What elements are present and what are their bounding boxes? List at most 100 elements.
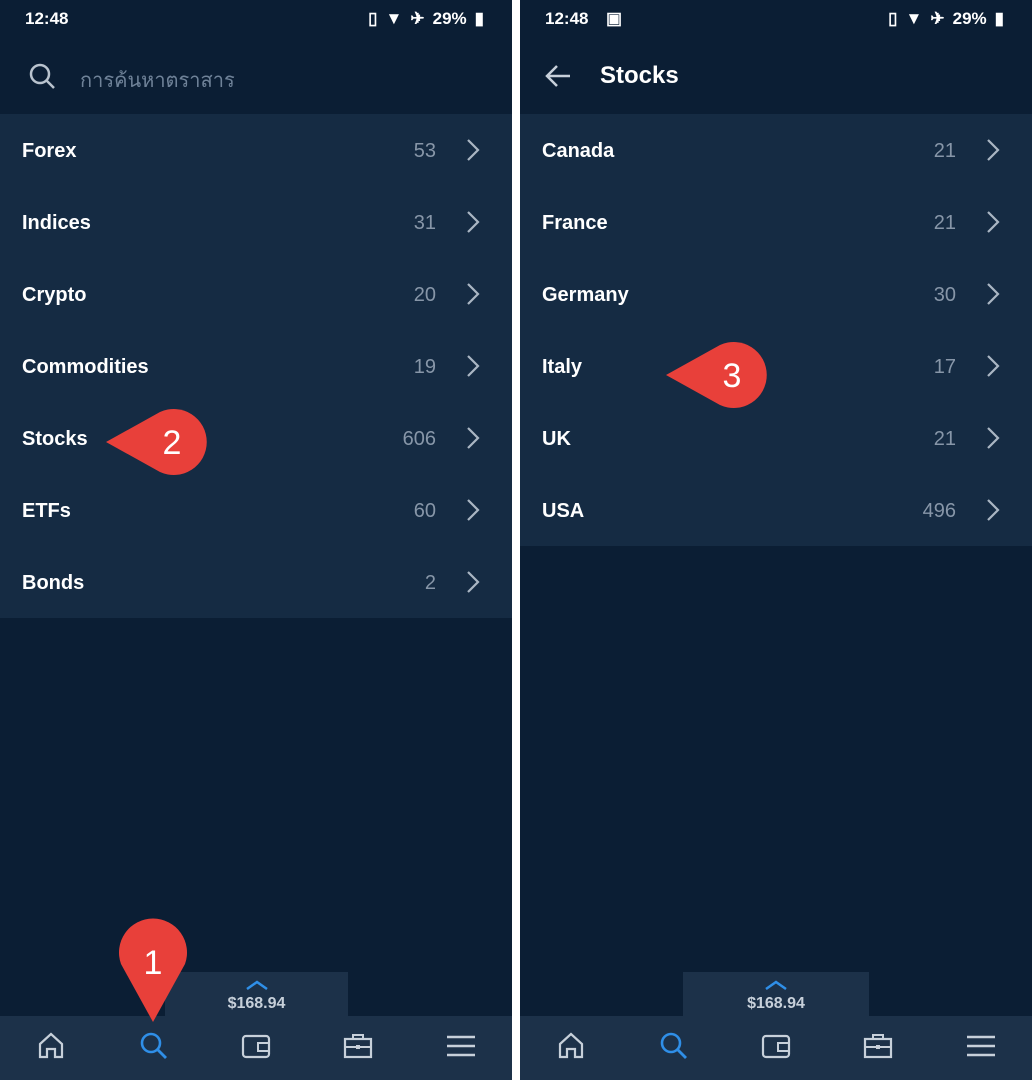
briefcase-icon — [864, 1033, 893, 1058]
vibrate-icon: ▯ — [368, 9, 378, 28]
nav-search-button[interactable] — [658, 1030, 690, 1067]
list-item-canada[interactable]: Canada 21 — [520, 114, 1032, 186]
chevron-right-icon — [987, 499, 1000, 521]
chevron-right-icon — [987, 427, 1000, 449]
bottom-nav — [0, 1016, 512, 1080]
list-item-germany[interactable]: Germany 30 — [520, 258, 1032, 330]
right-screen: 12:48 ▣ ▯ ▼ ✈ 29% ▮ Stocks Canada 21 France 21 G… — [520, 0, 1032, 1080]
list-item-usa[interactable]: USA 496 — [520, 474, 1032, 546]
chevron-right-icon — [467, 139, 480, 161]
list-item-indices[interactable]: Indices 31 — [0, 186, 512, 258]
chevron-right-icon — [467, 427, 480, 449]
list-item-france[interactable]: France 21 — [520, 186, 1032, 258]
search-icon — [140, 1032, 167, 1059]
item-count: 17 — [933, 356, 956, 378]
step-marker-3: 3 — [666, 342, 767, 408]
airplane-icon: ✈ — [930, 9, 945, 28]
briefcase-icon — [344, 1033, 373, 1058]
item-label: Italy — [542, 356, 583, 378]
item-label: Crypto — [22, 284, 87, 306]
item-label: Indices — [22, 212, 91, 234]
item-count: 20 — [413, 284, 436, 306]
menu-icon — [446, 1035, 475, 1056]
nav-home-button[interactable] — [35, 1030, 67, 1067]
chevron-right-icon — [987, 139, 1000, 161]
nav-wallet-button[interactable] — [240, 1030, 272, 1067]
category-list: Forex 53 Indices 31 Crypto 20 Commodities 19 Sto… — [0, 114, 512, 618]
left-screen: 12:48 ▯ ▼ ✈ 29% ▮ การค้นหาตราสาร Forex 53 Indi… — [0, 0, 512, 1080]
chevron-right-icon — [467, 355, 480, 377]
item-count: 21 — [933, 212, 956, 234]
status-time: 12:48 — [25, 9, 69, 28]
list-item-etfs[interactable]: ETFs 60 — [0, 474, 512, 546]
image-icon: ▣ — [606, 9, 623, 28]
wifi-icon: ▼ — [905, 9, 923, 28]
marker-number: 2 — [163, 424, 182, 462]
battery-icon: ▮ — [474, 9, 484, 28]
airplane-icon: ✈ — [410, 9, 425, 28]
item-count: 60 — [413, 500, 436, 522]
nav-home-button[interactable] — [555, 1030, 587, 1067]
battery-icon: ▮ — [994, 9, 1004, 28]
nav-wallet-button[interactable] — [760, 1030, 792, 1067]
item-label: ETFs — [22, 500, 71, 522]
chevron-right-icon — [987, 283, 1000, 305]
battery-percent: 29% — [432, 9, 467, 28]
balance-tab[interactable]: $168.94 — [683, 972, 869, 1016]
step-marker-2: 2 — [106, 409, 207, 475]
back-arrow-icon[interactable] — [542, 60, 574, 92]
balance-value: $168.94 — [227, 995, 286, 1012]
list-item-forex[interactable]: Forex 53 — [0, 114, 512, 186]
status-time: 12:48 — [545, 9, 589, 28]
nav-search-button[interactable] — [138, 1030, 170, 1067]
nav-menu-button[interactable] — [445, 1030, 477, 1067]
item-label: Canada — [542, 140, 615, 162]
item-count: 2 — [424, 572, 436, 594]
search-icon — [29, 63, 55, 89]
chevron-right-icon — [987, 355, 1000, 377]
status-bar: 12:48 ▣ ▯ ▼ ✈ 29% ▮ — [520, 0, 1032, 38]
nav-briefcase-button[interactable] — [342, 1030, 374, 1067]
home-icon — [559, 1032, 584, 1058]
item-count: 21 — [933, 140, 956, 162]
chevron-right-icon — [467, 211, 480, 233]
marker-number: 3 — [723, 357, 742, 395]
search-icon — [660, 1032, 687, 1059]
item-label: USA — [542, 500, 585, 522]
item-count: 496 — [922, 500, 956, 522]
page-title: Stocks — [600, 62, 679, 89]
bottom-nav — [520, 1016, 1032, 1080]
balance-tab[interactable]: $168.94 — [165, 972, 348, 1016]
item-label: Forex — [22, 140, 77, 162]
menu-icon — [966, 1035, 995, 1056]
chevron-up-icon — [245, 980, 268, 990]
item-count: 21 — [933, 428, 956, 450]
list-item-crypto[interactable]: Crypto 20 — [0, 258, 512, 330]
wifi-icon: ▼ — [385, 9, 403, 28]
item-count: 31 — [413, 212, 436, 234]
home-icon — [39, 1032, 64, 1058]
list-item-stocks[interactable]: Stocks 606 — [0, 402, 512, 474]
chevron-right-icon — [467, 571, 480, 593]
list-item-bonds[interactable]: Bonds 2 — [0, 546, 512, 618]
chevron-right-icon — [987, 211, 1000, 233]
list-item-uk[interactable]: UK 21 — [520, 402, 1032, 474]
list-item-commodities[interactable]: Commodities 19 — [0, 330, 512, 402]
vibrate-icon: ▯ — [888, 9, 898, 28]
item-label: Bonds — [22, 572, 85, 594]
wallet-icon — [761, 1034, 791, 1058]
battery-percent: 29% — [952, 9, 987, 28]
item-label: UK — [542, 428, 571, 450]
nav-briefcase-button[interactable] — [862, 1030, 894, 1067]
item-count: 53 — [413, 140, 436, 162]
search-input[interactable]: การค้นหาตราสาร — [80, 64, 235, 96]
nav-menu-button[interactable] — [965, 1030, 997, 1067]
country-list: Canada 21 France 21 Germany 30 Italy 17 UK 21 USA 4… — [520, 114, 1032, 546]
item-label: Stocks — [22, 428, 88, 450]
chevron-up-icon — [765, 980, 787, 990]
item-label: Commodities — [22, 356, 149, 378]
chevron-right-icon — [467, 499, 480, 521]
item-label: France — [542, 212, 608, 234]
search-bar[interactable]: การค้นหาตราสาร — [0, 38, 512, 114]
wallet-icon — [241, 1034, 271, 1058]
